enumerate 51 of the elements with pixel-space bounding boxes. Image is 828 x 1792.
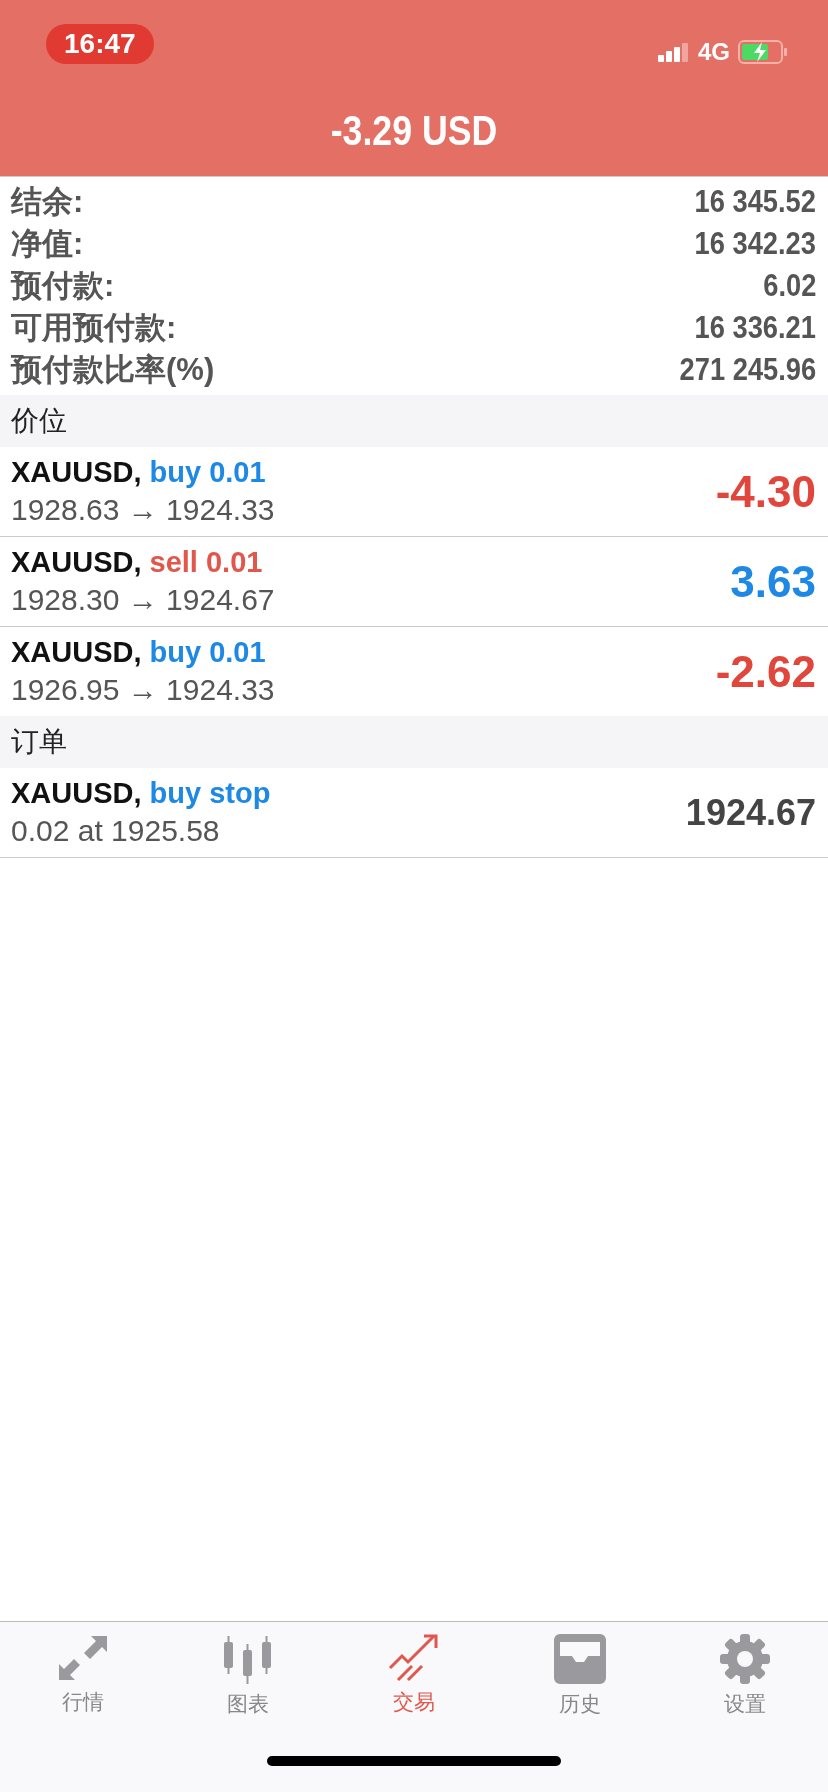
trade-action: buy 0.01 bbox=[149, 456, 266, 489]
order-row[interactable]: XAUUSD, buy stop 0.02 at 1925.58 1924.67 bbox=[0, 768, 828, 857]
position-row[interactable]: XAUUSD, sell 0.01 1928.30 → 1924.67 3.63 bbox=[0, 537, 828, 627]
trend-arrow-icon bbox=[388, 1634, 440, 1682]
profit-value: 3.63 bbox=[730, 556, 816, 607]
summary-value: 6.02 bbox=[762, 268, 816, 304]
signal-icon bbox=[658, 42, 690, 62]
tab-item[interactable]: 交易 bbox=[354, 1634, 474, 1718]
floating-profit: -3.29 USD bbox=[330, 107, 498, 155]
tab-item[interactable]: 行情 bbox=[22, 1634, 143, 1718]
network-label: 4G bbox=[698, 38, 730, 66]
battery-icon bbox=[738, 40, 788, 64]
section-title: 价位 bbox=[11, 404, 67, 438]
order-price: 1924.67 bbox=[685, 791, 816, 834]
inbox-icon bbox=[553, 1634, 606, 1684]
summary-label: 预付款: bbox=[11, 267, 115, 305]
symbol-label: XAUUSD, bbox=[11, 636, 142, 669]
section-title: 订单 bbox=[11, 725, 67, 759]
price-range: 1926.95 → 1924.33 bbox=[11, 673, 275, 707]
summary-value: 16 342.23 bbox=[694, 226, 816, 262]
tab-label: 历史 bbox=[558, 1691, 601, 1717]
diagonal-arrows-icon bbox=[56, 1634, 109, 1682]
settings-icon bbox=[720, 1634, 771, 1684]
symbol-label: XAUUSD, bbox=[11, 546, 142, 579]
trade-action: buy 0.01 bbox=[149, 636, 266, 669]
summary-label: 可用预付款: bbox=[11, 309, 177, 347]
profit-value: -4.30 bbox=[715, 466, 816, 517]
order-detail: 0.02 at 1925.58 bbox=[11, 814, 221, 848]
summary-label: 预付款比率(%) bbox=[11, 351, 215, 389]
position-row[interactable]: XAUUSD, buy 0.01 1928.63 → 1924.33 -4.30 bbox=[0, 447, 828, 537]
profit-value: -2.62 bbox=[715, 646, 816, 697]
summary-value: 16 336.21 bbox=[694, 310, 816, 346]
trade-action: buy stop bbox=[149, 777, 271, 810]
tab-label: 行情 bbox=[61, 1689, 104, 1715]
summary-label: 净值: bbox=[11, 225, 84, 263]
tab-item[interactable]: 历史 bbox=[519, 1634, 640, 1718]
tab-item[interactable]: 设置 bbox=[685, 1634, 806, 1718]
summary-value: 271 245.96 bbox=[679, 352, 816, 388]
price-range: 1928.63 → 1924.33 bbox=[11, 493, 275, 527]
tab-label: 图表 bbox=[227, 1691, 270, 1717]
summary-label: 结余: bbox=[11, 183, 84, 221]
symbol-label: XAUUSD, bbox=[11, 777, 142, 810]
summary-value: 16 345.52 bbox=[694, 184, 816, 220]
price-range: 1928.30 → 1924.67 bbox=[11, 583, 275, 617]
position-row[interactable]: XAUUSD, buy 0.01 1926.95 → 1924.33 -2.62 bbox=[0, 627, 828, 716]
tab-label: 交易 bbox=[393, 1689, 435, 1715]
tab-label: 设置 bbox=[724, 1691, 767, 1717]
symbol-label: XAUUSD, bbox=[11, 456, 142, 489]
tab-item[interactable]: 图表 bbox=[188, 1634, 309, 1718]
trade-action: sell 0.01 bbox=[149, 546, 263, 579]
status-time: 16:47 bbox=[46, 24, 154, 64]
